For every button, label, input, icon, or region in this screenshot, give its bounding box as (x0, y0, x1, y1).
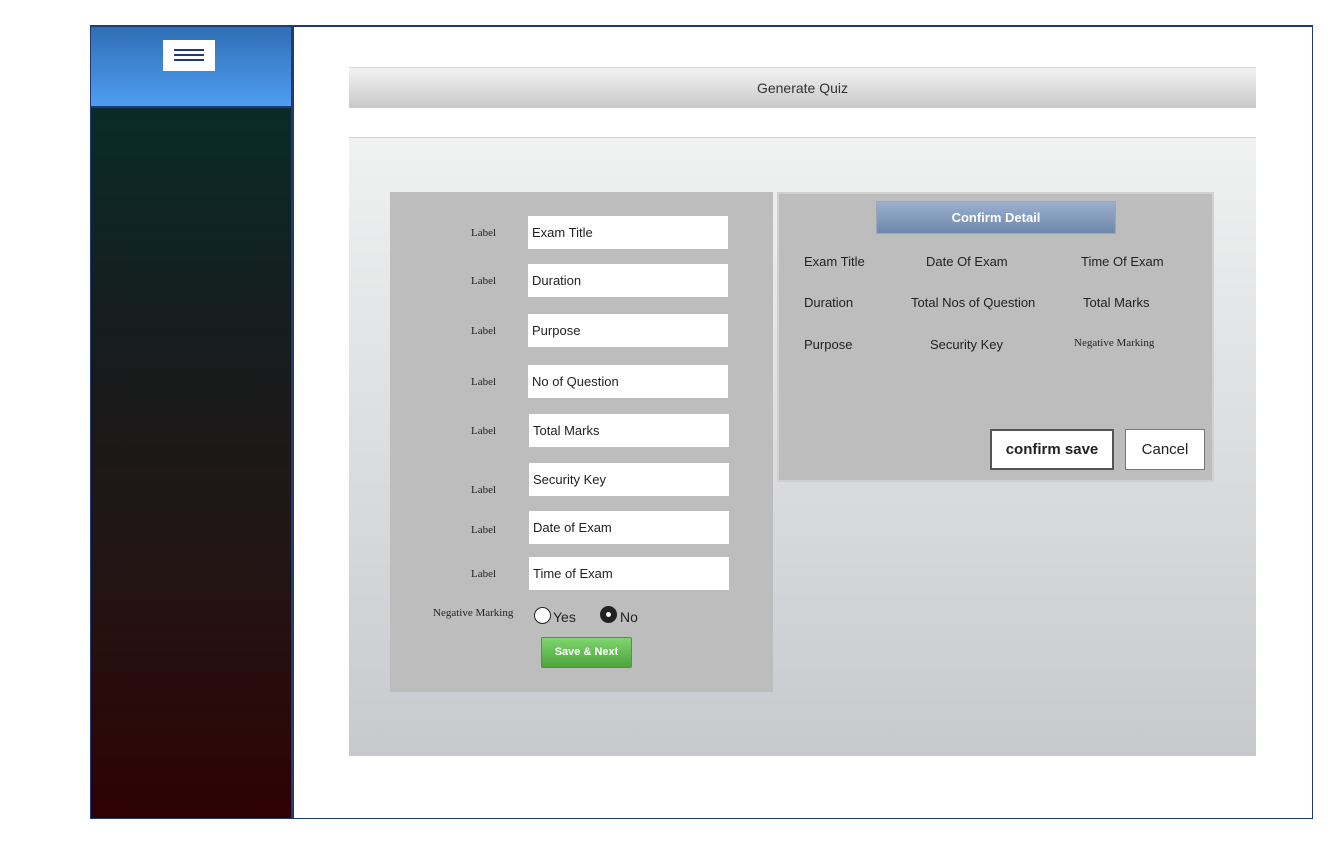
sidebar (91, 27, 294, 818)
field-label: Label (471, 425, 497, 437)
confirm-save-button[interactable]: confirm save (990, 429, 1114, 470)
sidebar-header (91, 27, 291, 108)
confirm-cell: Purpose (804, 337, 853, 352)
field-label: Label (471, 325, 497, 337)
confirm-cell: Time Of Exam (1081, 254, 1164, 269)
radio-label-no: No (620, 609, 638, 625)
duration-input[interactable] (528, 264, 728, 297)
time-of-exam-input[interactable] (529, 557, 729, 590)
confirm-cell: Total Marks (1083, 295, 1150, 310)
hamburger-menu-icon[interactable] (163, 40, 215, 71)
quiz-form-panel: Label Label Label Label Label Label Labe… (390, 192, 773, 692)
save-and-next-button[interactable]: Save & Next (541, 637, 632, 668)
cancel-button[interactable]: Cancel (1125, 429, 1205, 470)
exam-title-input[interactable] (528, 216, 728, 249)
app-frame: Generate Quiz Label Label Label Label La… (90, 25, 1313, 819)
confirm-cell: Date Of Exam (926, 254, 1008, 269)
confirm-cell: Exam Title (804, 254, 865, 269)
field-label: Label (471, 275, 497, 287)
negative-marking-no-radio[interactable] (600, 606, 617, 623)
confirm-cell: Total Nos of Question (911, 295, 1036, 310)
confirm-detail-header: Confirm Detail (876, 201, 1116, 234)
confirm-cell: Negative Marking (1074, 337, 1155, 349)
purpose-input[interactable] (528, 314, 728, 347)
field-label: Label (471, 568, 497, 580)
security-key-input[interactable] (529, 463, 729, 496)
confirm-detail-panel: Confirm Detail Exam Title Date Of Exam T… (777, 192, 1214, 482)
confirm-cell: Security Key (930, 337, 1003, 352)
radio-label-yes: Yes (553, 609, 576, 625)
field-label: Label (471, 227, 497, 239)
no-of-question-input[interactable] (528, 365, 728, 398)
field-label: Label (471, 524, 497, 536)
field-label: Label (471, 376, 497, 388)
field-label: Label (471, 484, 497, 496)
page-title: Generate Quiz (349, 67, 1256, 108)
negative-marking-label: Negative Marking (433, 607, 514, 619)
negative-marking-yes-radio[interactable] (534, 607, 551, 624)
date-of-exam-input[interactable] (529, 511, 729, 544)
total-marks-input[interactable] (529, 414, 729, 447)
main-content: Label Label Label Label Label Label Labe… (349, 138, 1256, 756)
confirm-cell: Duration (804, 295, 854, 310)
